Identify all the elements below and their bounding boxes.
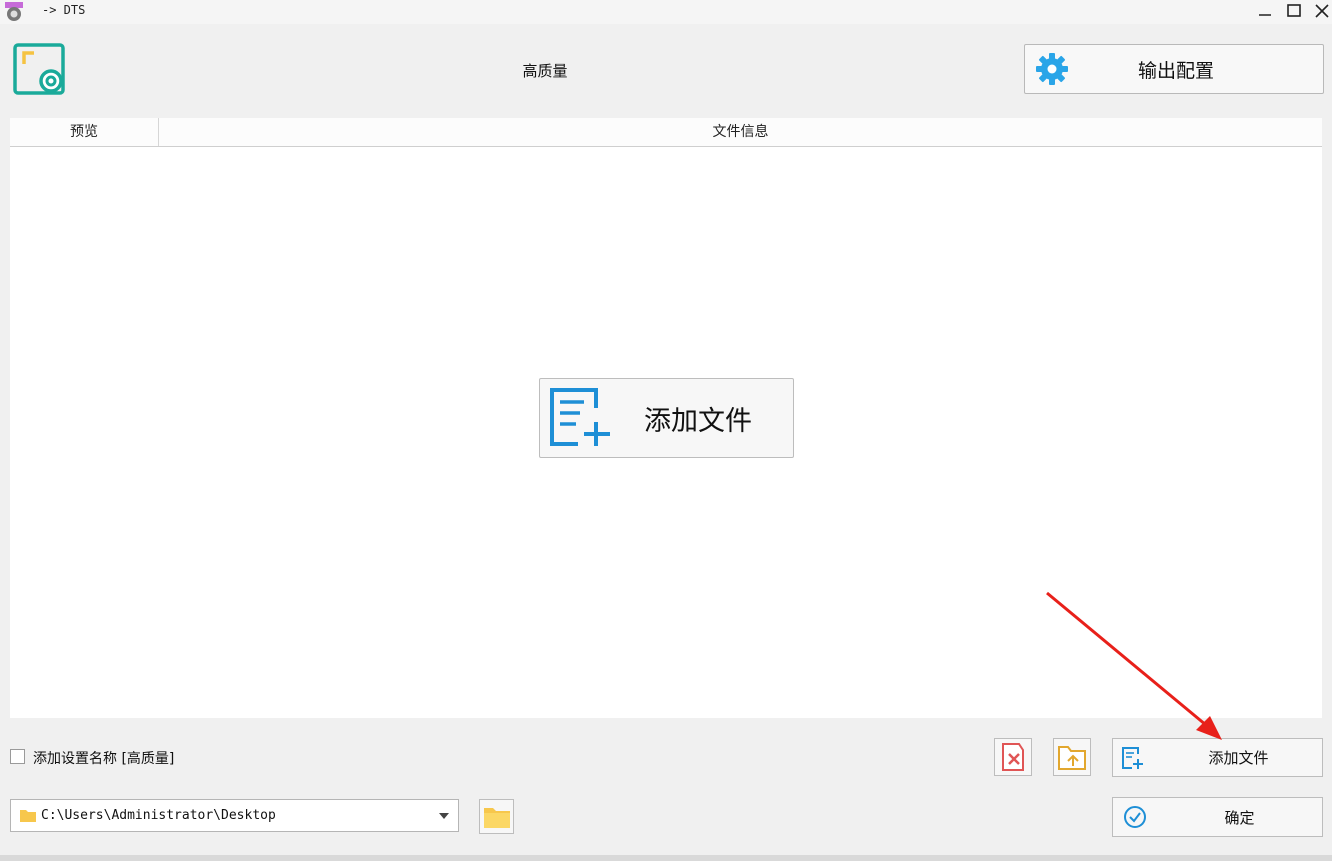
check-circle-icon [1123,805,1147,829]
open-output-folder-button[interactable] [1053,738,1091,776]
output-config-label: 输出配置 [1137,59,1214,82]
app-icon [4,2,24,22]
output-path-select[interactable]: C:\Users\Administrator\Desktop [10,799,459,832]
clear-list-button[interactable] [994,738,1032,776]
folder-icon [483,805,511,829]
confirm-button-label: 确定 [1224,808,1255,827]
taskbar-strip [0,855,1332,861]
add-file-center-button[interactable]: 添加文件 [539,378,794,458]
output-path-value: C:\Users\Administrator\Desktop [41,808,276,823]
maximize-icon[interactable] [1280,0,1308,22]
column-header-preview[interactable]: 预览 [10,118,159,146]
add-file-small-icon [1121,746,1145,770]
folder-icon [19,808,37,823]
add-file-center-label: 添加文件 [644,405,752,437]
file-list[interactable]: 预览 文件信息 添加文件 [10,118,1322,718]
gear-icon [1035,52,1069,86]
add-file-button-label: 添加文件 [1208,749,1269,767]
output-config-button[interactable]: 输出配置 [1024,44,1324,94]
add-file-icon [548,386,616,450]
folder-share-icon [1057,743,1087,771]
confirm-button[interactable]: 确定 [1112,797,1323,837]
close-icon[interactable] [1308,0,1332,22]
add-preset-name-label[interactable]: 添加设置名称 [高质量] [33,748,174,768]
table-header: 预览 文件信息 [10,118,1322,147]
column-header-file-info[interactable]: 文件信息 [159,118,1322,146]
chevron-down-icon[interactable] [438,812,450,820]
browse-folder-button[interactable] [479,799,514,834]
title-bar: -> DTS [0,0,1332,24]
minimize-icon[interactable] [1251,0,1279,22]
clear-file-icon [999,742,1027,772]
add-preset-name-checkbox[interactable] [10,749,25,764]
video-settings-logo-icon [12,42,68,98]
window-title: -> DTS [42,3,86,17]
preset-name: 高质量 [522,62,568,80]
add-file-button[interactable]: 添加文件 [1112,738,1323,777]
